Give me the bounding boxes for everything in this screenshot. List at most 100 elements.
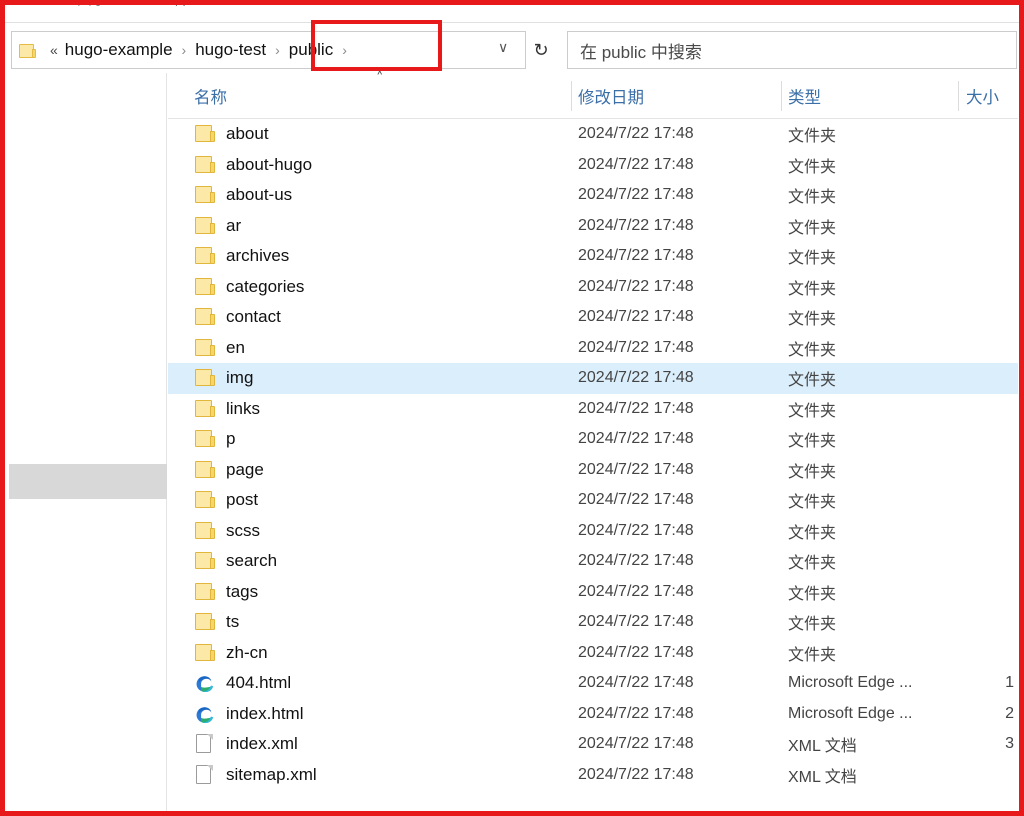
table-row[interactable]: p 2024/7/22 17:48 文件夹 xyxy=(168,424,1018,455)
file-name-cell[interactable]: ts xyxy=(194,607,239,638)
file-name-cell[interactable]: page xyxy=(194,455,264,486)
table-row[interactable]: index.xml2024/7/22 17:48XML 文档3 xyxy=(168,729,1018,760)
table-row[interactable]: index.html2024/7/22 17:48Microsoft Edge … xyxy=(168,699,1018,730)
file-size-cell xyxy=(968,760,1014,791)
file-name-cell[interactable]: scss xyxy=(194,516,260,547)
file-name-cell[interactable]: img xyxy=(194,363,253,394)
column-divider[interactable] xyxy=(781,81,782,111)
table-row[interactable]: ts2024/7/22 17:48文件夹 xyxy=(168,607,1018,638)
column-header-name[interactable]: 名称 xyxy=(194,84,227,108)
file-name-cell[interactable]: 404.html xyxy=(194,668,291,699)
breadcrumb[interactable]: « hugo-example › hugo-test › public › xyxy=(11,31,526,69)
file-date-cell: 2024/7/22 17:48 xyxy=(578,546,694,577)
file-name-cell[interactable]: index.html xyxy=(194,699,303,730)
file-name-cell[interactable]: tags xyxy=(194,577,258,608)
file-date-cell: 2024/7/22 17:48 xyxy=(578,272,694,303)
file-name-label: page xyxy=(226,460,264,480)
file-date-cell: 2024/7/22 17:48 xyxy=(578,363,694,394)
file-date-cell: 2024/7/22 17:48 xyxy=(578,150,694,181)
file-type-cell: Microsoft Edge ... xyxy=(788,668,913,699)
search-placeholder: 在 public 中搜索 xyxy=(580,38,702,63)
column-header-type[interactable]: 类型 xyxy=(788,84,821,108)
folder-icon xyxy=(194,368,216,388)
table-row[interactable]: about-hugo 2024/7/22 17:48 文件夹 xyxy=(168,150,1018,181)
breadcrumb-item-hugo-test[interactable]: hugo-test xyxy=(194,40,267,60)
file-name-cell[interactable]: ar xyxy=(194,211,241,242)
file-size-cell xyxy=(968,424,1014,455)
column-header-date-modified[interactable]: 修改日期 xyxy=(578,84,644,108)
column-divider[interactable] xyxy=(958,81,959,111)
file-name-cell[interactable]: search xyxy=(194,546,277,577)
ribbon-divider xyxy=(5,22,1019,23)
refresh-icon[interactable]: ↻ xyxy=(528,31,554,69)
file-date-cell: 2024/7/22 17:48 xyxy=(578,424,694,455)
file-size-cell xyxy=(968,272,1014,303)
column-divider[interactable] xyxy=(571,81,572,111)
table-row[interactable]: links2024/7/22 17:48文件夹 xyxy=(168,394,1018,425)
column-header-size[interactable]: 大小 xyxy=(966,84,999,108)
file-name-cell[interactable]: contact xyxy=(194,302,281,333)
file-name-cell[interactable]: about xyxy=(194,119,269,150)
file-date-cell: 2024/7/22 17:48 xyxy=(578,455,694,486)
file-name-cell[interactable]: about-us xyxy=(194,180,292,211)
file-type-cell: 文件夹 xyxy=(788,180,836,211)
file-list-view[interactable]: 名称 ˄ 修改日期 类型 大小 about2024/7/22 17:48文件夹a… xyxy=(168,73,1018,811)
folder-icon xyxy=(194,643,216,663)
table-row[interactable]: img2024/7/22 17:48文件夹 xyxy=(168,363,1018,394)
file-date-cell: 2024/7/22 17:48 xyxy=(578,180,694,211)
file-type-cell: XML 文档 xyxy=(788,760,857,791)
breadcrumb-separator-icon[interactable]: › xyxy=(334,42,355,58)
table-row[interactable]: about2024/7/22 17:48文件夹 xyxy=(168,119,1018,150)
file-name-label: index.xml xyxy=(226,734,298,754)
file-name-cell[interactable]: sitemap.xml xyxy=(194,760,317,791)
table-row[interactable]: 404.html2024/7/22 17:48Microsoft Edge ..… xyxy=(168,668,1018,699)
file-size-cell xyxy=(968,150,1014,181)
file-type-cell: 文件夹 xyxy=(788,150,836,181)
file-name-cell[interactable]: categories xyxy=(194,272,304,303)
file-date-cell: 2024/7/22 17:48 xyxy=(578,607,694,638)
table-row[interactable]: tags2024/7/22 17:48文件夹 xyxy=(168,577,1018,608)
nav-pane-selected-item[interactable] xyxy=(9,464,167,499)
table-row[interactable]: sitemap.xml2024/7/22 17:48XML 文档 xyxy=(168,760,1018,791)
file-date-cell: 2024/7/22 17:48 xyxy=(578,516,694,547)
navigation-pane[interactable] xyxy=(6,73,167,811)
search-input[interactable]: 在 public 中搜索 xyxy=(567,31,1017,69)
table-row[interactable]: categories2024/7/22 17:48文件夹 xyxy=(168,272,1018,303)
file-name-cell[interactable]: index.xml xyxy=(194,729,298,760)
table-row[interactable]: post2024/7/22 17:48文件夹 xyxy=(168,485,1018,516)
ribbon-tab-share[interactable]: 共享 xyxy=(77,0,107,9)
file-size-cell xyxy=(968,241,1014,272)
file-size-cell: 1 xyxy=(968,668,1014,699)
file-name-cell[interactable]: archives xyxy=(194,241,289,272)
breadcrumb-item-hugo-example[interactable]: hugo-example xyxy=(64,40,174,60)
breadcrumb-overflow-icon[interactable]: « xyxy=(50,42,64,58)
file-type-cell: 文件夹 xyxy=(788,119,836,150)
file-name-label: zh-cn xyxy=(226,643,268,663)
breadcrumb-separator-icon[interactable]: › xyxy=(174,42,195,58)
file-date-cell: 2024/7/22 17:48 xyxy=(578,333,694,364)
table-row[interactable]: en2024/7/22 17:48文件夹 xyxy=(168,333,1018,364)
file-name-cell[interactable]: en xyxy=(194,333,245,364)
file-name-cell[interactable]: links xyxy=(194,394,260,425)
file-name-cell[interactable]: zh-cn xyxy=(194,638,268,669)
file-type-cell: 文件夹 xyxy=(788,424,836,455)
table-row[interactable]: scss2024/7/22 17:48文件夹 xyxy=(168,516,1018,547)
file-name-cell[interactable]: about-hugo xyxy=(194,150,312,181)
file-name-cell[interactable]: post xyxy=(194,485,258,516)
table-row[interactable]: about-us 2024/7/22 17:48 文件夹 xyxy=(168,180,1018,211)
ribbon-tab-view[interactable]: 查看 xyxy=(157,0,187,9)
file-name-cell[interactable]: p xyxy=(194,424,235,455)
chevron-down-icon[interactable]: ∨ xyxy=(498,39,508,56)
file-date-cell: 2024/7/22 17:48 xyxy=(578,394,694,425)
table-row[interactable]: page2024/7/22 17:48文件夹 xyxy=(168,455,1018,486)
table-row[interactable]: ar2024/7/22 17:48文件夹 xyxy=(168,211,1018,242)
breadcrumb-separator-icon[interactable]: › xyxy=(267,42,288,58)
table-row[interactable]: archives2024/7/22 17:48文件夹 xyxy=(168,241,1018,272)
table-row[interactable]: contact2024/7/22 17:48文件夹 xyxy=(168,302,1018,333)
file-size-cell xyxy=(968,638,1014,669)
breadcrumb-item-public[interactable]: public xyxy=(288,40,334,60)
file-name-label: ar xyxy=(226,216,241,236)
sort-ascending-icon: ˄ xyxy=(376,69,384,87)
table-row[interactable]: zh-cn2024/7/22 17:48文件夹 xyxy=(168,638,1018,669)
table-row[interactable]: search2024/7/22 17:48文件夹 xyxy=(168,546,1018,577)
